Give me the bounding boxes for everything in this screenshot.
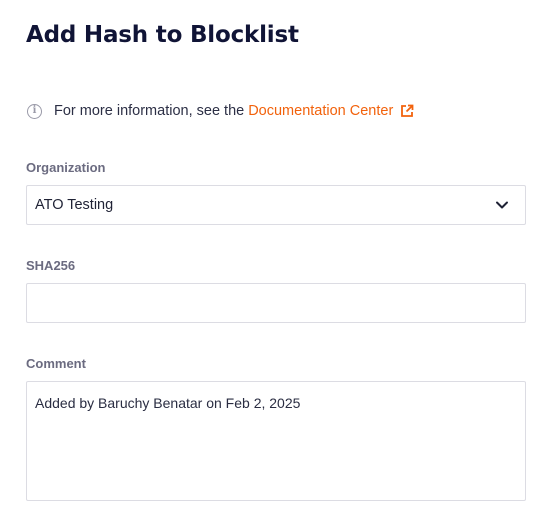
page-title: Add Hash to Blocklist: [26, 22, 299, 48]
chevron-down-icon: [496, 201, 508, 209]
info-circle-icon: i: [27, 103, 42, 119]
organization-value: ATO Testing: [35, 197, 114, 213]
documentation-center-link[interactable]: Documentation Center: [248, 103, 393, 119]
info-banner: i For more information, see the Document…: [27, 100, 414, 122]
organization-label: Organization: [26, 160, 106, 175]
organization-select[interactable]: ATO Testing: [26, 185, 526, 225]
sha256-input[interactable]: [26, 283, 526, 323]
comment-label: Comment: [26, 356, 86, 371]
info-text: For more information, see the: [54, 103, 245, 119]
external-link-icon[interactable]: [400, 104, 414, 118]
comment-textarea[interactable]: Added by Baruchy Benatar on Feb 2, 2025: [26, 381, 526, 501]
sha256-label: SHA256: [26, 258, 76, 273]
